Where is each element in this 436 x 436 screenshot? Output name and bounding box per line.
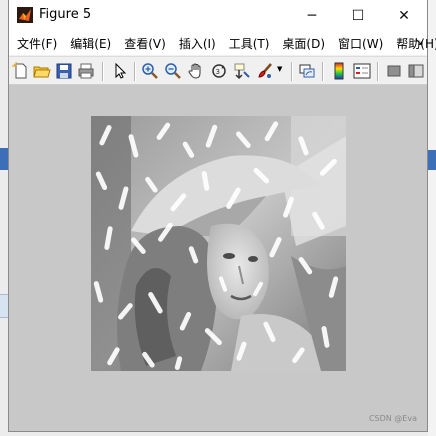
matlab-icon (17, 7, 33, 23)
print-icon[interactable] (77, 62, 95, 80)
select-arrow-icon[interactable] (111, 62, 129, 80)
minimize-icon: ─ (307, 7, 317, 24)
maximize-icon: ☐ (351, 7, 365, 24)
pan-hand-icon[interactable] (187, 62, 205, 80)
menu-insert[interactable]: 插入(I) (171, 35, 221, 52)
minimize-button[interactable]: ─ (289, 0, 335, 31)
figure-toolbar: 3 ▼ (9, 56, 427, 85)
menu-desktop[interactable]: 桌面(D) (274, 35, 330, 52)
menu-help[interactable]: 帮助(H) (388, 35, 436, 52)
figure-canvas[interactable]: CSDN @Eva (9, 85, 427, 431)
menu-window[interactable]: 窗口(W) (330, 35, 388, 52)
rotate-3d-icon[interactable]: 3 (210, 62, 228, 80)
link-plot-icon[interactable] (298, 62, 316, 80)
close-icon: ✕ (398, 7, 410, 24)
save-icon[interactable] (55, 62, 73, 80)
toolbar-separator (102, 62, 104, 81)
desktop-background-right (428, 0, 436, 436)
data-cursor-icon[interactable] (233, 62, 251, 80)
figure-window: Figure 5 ─ ☐ ✕ 文件(F) 编辑(E) 查看(V) 插入(I) 工… (8, 0, 436, 432)
open-file-icon[interactable] (33, 62, 51, 80)
title-bar[interactable]: Figure 5 ─ ☐ ✕ (9, 0, 427, 31)
maximize-button[interactable]: ☐ (335, 0, 381, 31)
toolbar-separator (134, 62, 136, 81)
menu-bar: 文件(F) 编辑(E) 查看(V) 插入(I) 工具(T) 桌面(D) 窗口(W… (9, 31, 436, 55)
toolbar-separator (322, 62, 324, 81)
hide-plot-tools-icon[interactable] (385, 62, 403, 80)
toolbar-separator (377, 62, 379, 81)
menu-tools[interactable]: 工具(T) (221, 35, 275, 52)
window-title: Figure 5 (39, 7, 92, 22)
brush-dropdown-icon[interactable]: ▼ (277, 65, 282, 73)
plot-image[interactable] (91, 116, 346, 371)
desktop-selection-bar-right (428, 150, 436, 170)
menu-file[interactable]: 文件(F) (9, 35, 62, 52)
zoom-in-icon[interactable] (141, 62, 159, 80)
show-plot-tools-icon[interactable] (407, 62, 425, 80)
colorbar-icon[interactable] (330, 62, 348, 80)
toolbar-separator (291, 62, 293, 81)
watermark-text: CSDN @Eva (368, 414, 417, 423)
brush-icon[interactable] (256, 62, 274, 80)
close-button[interactable]: ✕ (381, 0, 427, 31)
legend-icon[interactable] (353, 62, 371, 80)
menu-view[interactable]: 查看(V) (116, 35, 171, 52)
svg-text:3: 3 (216, 68, 220, 76)
menu-overflow-icon[interactable]: ↘ (414, 35, 423, 48)
zoom-out-icon[interactable] (164, 62, 182, 80)
menu-edit[interactable]: 编辑(E) (62, 35, 116, 52)
new-figure-icon[interactable] (12, 62, 30, 80)
